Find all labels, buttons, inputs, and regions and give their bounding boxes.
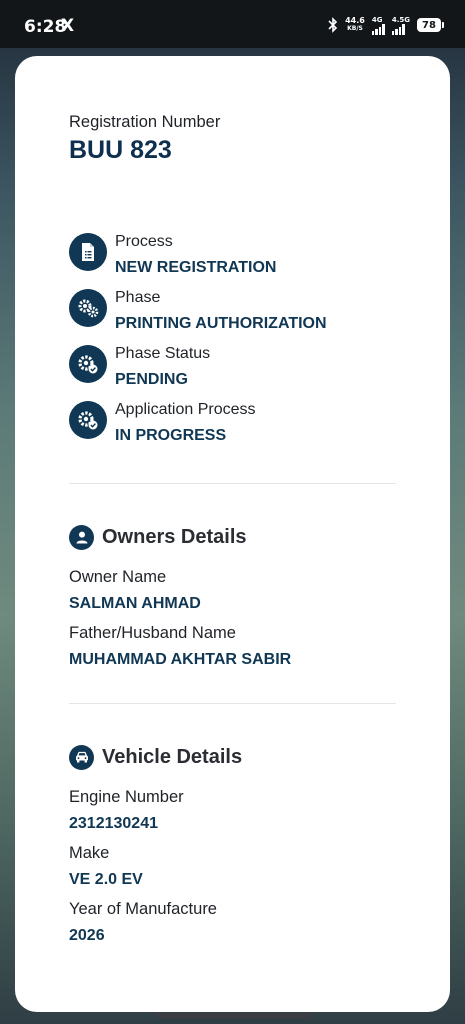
phase-label: Phase — [115, 289, 161, 306]
status-indicators: 44.6 KB/S 4G 4.5G 78 — [328, 14, 444, 36]
make-label: Make — [69, 844, 110, 862]
father-name-value: MUHAMMAD AKHTAR SABIR — [69, 651, 292, 668]
gears-icon — [69, 289, 107, 327]
bluetooth-icon — [328, 17, 338, 33]
signal-bars-icon — [391, 23, 405, 35]
home-indicator[interactable] — [155, 1013, 310, 1018]
signal-1-label: 4G — [371, 15, 383, 24]
gear-check-icon — [69, 401, 107, 439]
network-speed-value: 44.6 — [345, 16, 365, 25]
make-value: VE 2.0 EV — [69, 871, 143, 888]
registration-number-label: Registration Number — [69, 113, 221, 131]
phase-value: PRINTING AUTHORIZATION — [115, 315, 327, 332]
signal-2: 4.5G — [391, 15, 410, 35]
application-process-label: Application Process — [115, 401, 256, 418]
battery-level: 78 — [422, 19, 436, 31]
vehicle-details-header: Vehicle Details — [69, 744, 242, 770]
owners-details-header: Owners Details — [69, 524, 247, 550]
owners-details-title: Owners Details — [102, 525, 247, 548]
signal-bars-icon — [371, 23, 385, 35]
phase-status-value: PENDING — [115, 371, 188, 388]
owner-name-value: SALMAN AHMAD — [69, 595, 201, 612]
process-value: NEW REGISTRATION — [115, 259, 277, 276]
x-app-icon: X — [61, 16, 75, 36]
phase-status-label: Phase Status — [115, 345, 211, 362]
gear-check-icon — [69, 345, 107, 383]
year-value: 2026 — [69, 927, 105, 944]
divider — [69, 703, 396, 704]
vehicle-details-title: Vehicle Details — [102, 745, 243, 768]
status-bar: 6:28 X 44.6 KB/S 4G 4.5G 78 — [0, 0, 465, 48]
application-process-value: IN PROGRESS — [115, 427, 227, 444]
registration-number: BUU 823 — [69, 136, 172, 164]
engine-number-label: Engine Number — [69, 788, 184, 806]
phase-row: Phase PRINTING AUTHORIZATION — [69, 289, 409, 339]
person-icon — [69, 524, 94, 550]
network-speed: 44.6 KB/S — [345, 17, 365, 33]
phase-status-row: Phase Status PENDING — [69, 345, 409, 395]
signal-1: 4G — [371, 15, 385, 35]
father-name-label: Father/Husband Name — [69, 624, 236, 642]
registration-card: Registration Number BUU 823 Process NEW … — [15, 56, 450, 1012]
network-speed-unit: KB/S — [347, 25, 363, 32]
divider — [69, 483, 396, 484]
document-icon — [69, 233, 107, 271]
car-icon — [69, 744, 94, 770]
process-label: Process — [115, 233, 173, 250]
owner-name-label: Owner Name — [69, 568, 167, 586]
signal-2-label: 4.5G — [391, 15, 410, 24]
engine-number-value: 2312130241 — [69, 815, 158, 832]
year-label: Year of Manufacture — [69, 900, 217, 918]
process-row: Process NEW REGISTRATION — [69, 233, 409, 283]
battery-icon: 78 — [417, 18, 444, 32]
application-process-row: Application Process IN PROGRESS — [69, 401, 409, 451]
status-time: 6:28 — [24, 17, 67, 37]
